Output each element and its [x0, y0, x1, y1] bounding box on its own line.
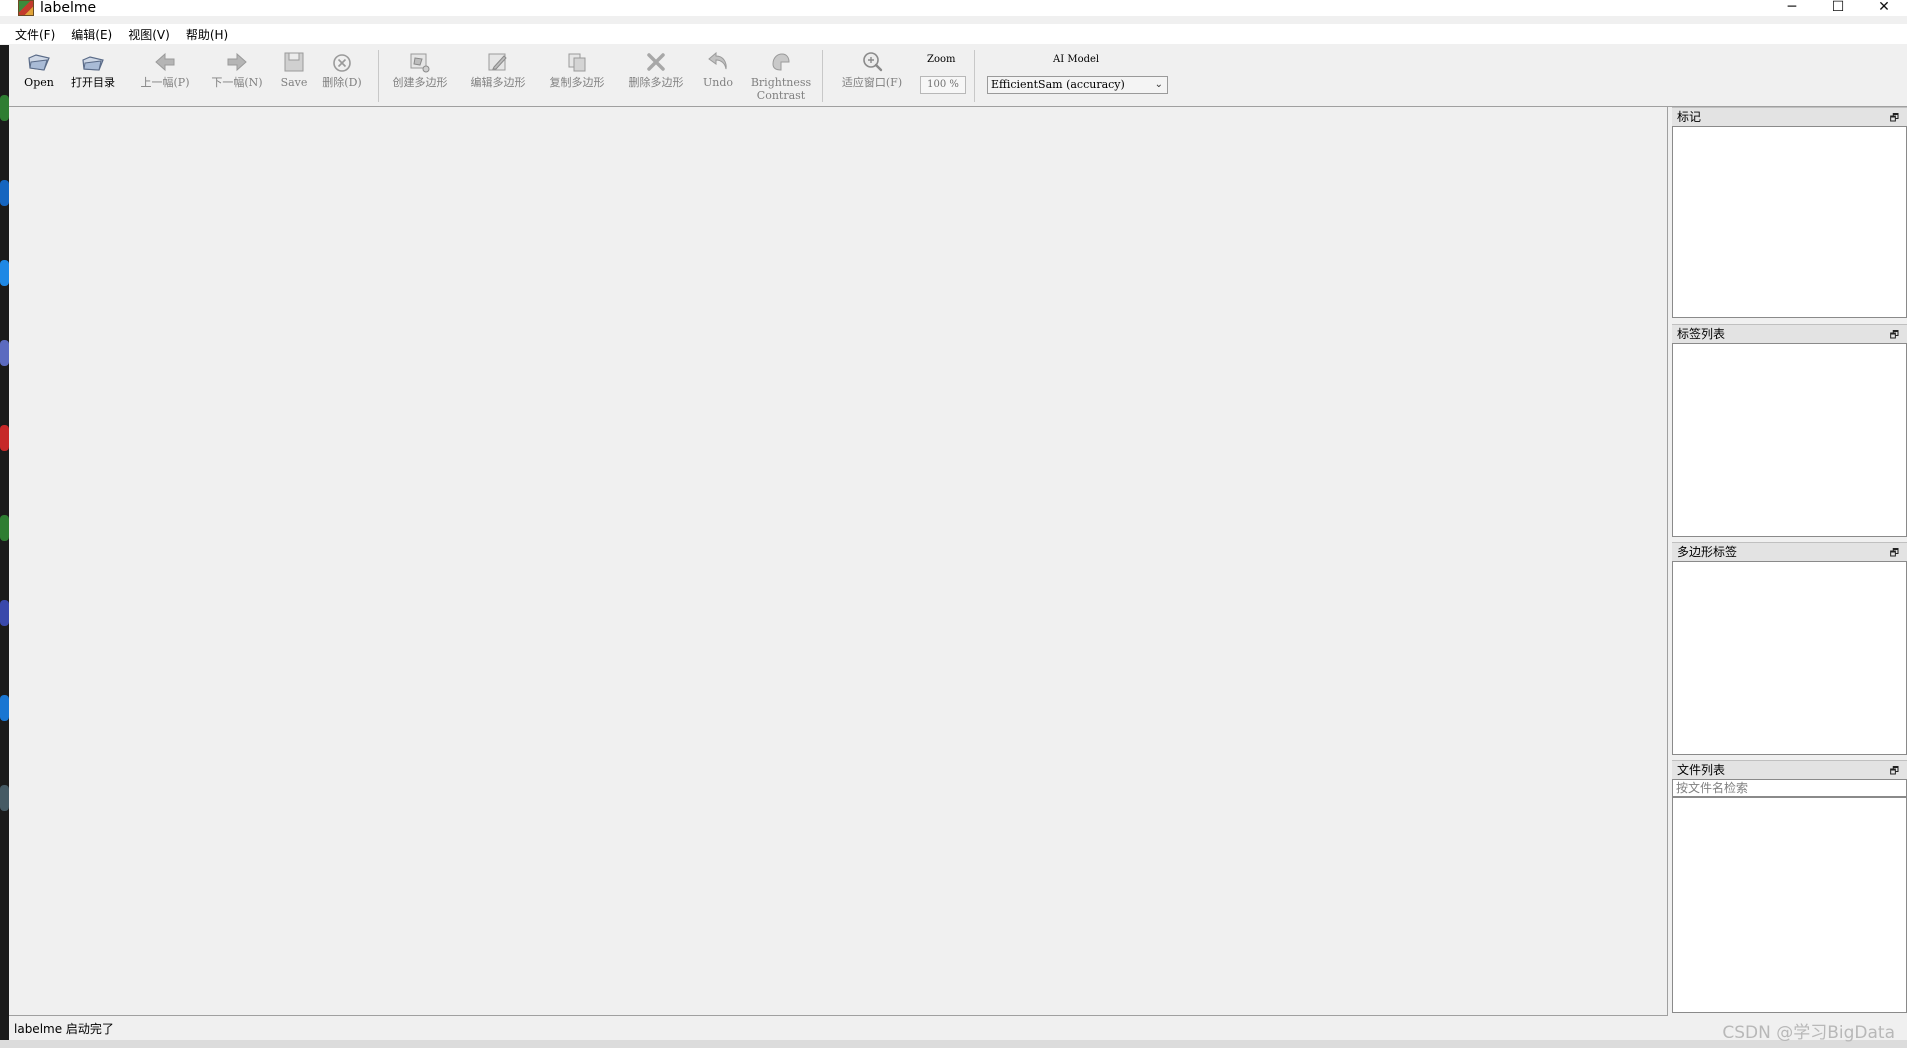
ai-model-select[interactable]: EfficientSam (accuracy) ⌄: [987, 76, 1168, 94]
close-button[interactable]: ✕: [1861, 0, 1907, 16]
ai-model-selected-value: EfficientSam (accuracy): [991, 78, 1125, 91]
menu-file[interactable]: 文件(F): [15, 26, 55, 43]
open-button-label: Open: [24, 76, 54, 89]
arrow-right-icon: [227, 52, 247, 72]
labelme-app-icon: [18, 0, 34, 16]
zoom-spinbox[interactable]: 100 %: [920, 76, 966, 94]
desktop-app-icon: [0, 340, 9, 366]
fit-window-label: 适应窗口(F): [841, 76, 903, 89]
arrow-left-icon: [155, 52, 175, 72]
prev-image-button[interactable]: 上一幅(P): [133, 48, 197, 104]
flags-list[interactable]: [1672, 126, 1907, 318]
undo-label: Undo: [702, 76, 734, 89]
menu-edit[interactable]: 编辑(E): [71, 26, 112, 43]
label-list-dock: 标签列表 🗗: [1672, 324, 1907, 537]
folder-open-icon: [28, 54, 50, 71]
zoom-label: Zoom: [927, 54, 956, 65]
toolbar-separator: [822, 50, 823, 102]
undock-icon[interactable]: 🗗: [1890, 545, 1899, 563]
open-dir-button-label: 打开目录: [71, 76, 115, 89]
save-button-label: Save: [280, 76, 308, 89]
undo-icon: [708, 51, 727, 70]
undock-icon[interactable]: 🗗: [1890, 327, 1899, 345]
copy-polygon-button[interactable]: 复制多边形: [544, 48, 610, 104]
label-list-dock-title: 标签列表 🗗: [1672, 324, 1907, 343]
edit-polygon-icon: [488, 53, 507, 71]
status-message: labelme 启动完了: [14, 1022, 114, 1036]
toolbar-separator: [378, 50, 379, 102]
delete-file-button[interactable]: 删除(D): [319, 48, 365, 104]
label-list[interactable]: [1672, 343, 1907, 537]
create-polygon-button[interactable]: 创建多边形: [387, 48, 453, 104]
copy-polygon-label: 复制多边形: [549, 76, 605, 89]
desktop-app-icon: [0, 515, 9, 541]
delete-polygon-label: 删除多边形: [628, 76, 684, 89]
file-list[interactable]: [1672, 797, 1907, 1013]
desktop-app-icon: [0, 95, 9, 121]
fit-window-button[interactable]: 适应窗口(F): [834, 48, 910, 104]
desktop-app-icon: [0, 260, 9, 286]
minimize-button[interactable]: ─: [1769, 0, 1815, 16]
undock-icon[interactable]: 🗗: [1890, 763, 1899, 781]
save-button[interactable]: Save: [277, 48, 311, 104]
desktop-app-icon: [0, 785, 9, 811]
flags-dock-title: 标记 🗗: [1672, 107, 1907, 126]
labelme-window: labelme ─ ☐ ✕ 文件(F) 编辑(E) 视图(V) 帮助(H) Op…: [0, 0, 1907, 1048]
brightness-label-line1: Brightness: [750, 76, 812, 89]
chevron-down-icon: ⌄: [1154, 79, 1163, 90]
desktop-app-icon: [0, 425, 9, 451]
folder-icon: [82, 56, 104, 71]
toolbar-separator: [974, 50, 975, 102]
next-image-label: 下一幅(N): [211, 76, 263, 89]
desktop-app-icon: [0, 180, 9, 206]
desktop-app-icon: [0, 695, 9, 721]
create-polygon-label: 创建多边形: [392, 76, 448, 89]
window-controls: ─ ☐ ✕: [1769, 0, 1907, 16]
prev-image-label: 上一幅(P): [140, 76, 190, 89]
status-bar: labelme 启动完了: [9, 1020, 1907, 1038]
open-dir-button[interactable]: 打开目录: [65, 48, 121, 104]
undo-button[interactable]: Undo: [701, 48, 735, 104]
menu-view[interactable]: 视图(V): [128, 26, 170, 43]
flags-dock: 标记 🗗: [1672, 107, 1907, 318]
edit-polygon-label: 编辑多边形: [470, 76, 526, 89]
file-list-dock-title: 文件列表 🗗: [1672, 760, 1907, 779]
polygon-labels-dock-title-text: 多边形标签: [1677, 545, 1738, 559]
ai-model-label: AI Model: [1053, 54, 1100, 65]
open-button[interactable]: Open: [19, 48, 59, 104]
file-search-input[interactable]: [1672, 779, 1907, 797]
toolbar: Open 打开目录 上一幅(P) 下一幅(N) Save 删除(D) 创建多边形…: [9, 46, 1907, 107]
label-list-dock-title-text: 标签列表: [1677, 327, 1726, 341]
taskbar-strip: [0, 1040, 1907, 1048]
delete-x-icon: [647, 53, 665, 71]
desktop-app-icon: [0, 600, 9, 626]
flags-dock-title-text: 标记: [1677, 110, 1702, 124]
delete-circle-icon: [333, 54, 351, 72]
maximize-button[interactable]: ☐: [1815, 0, 1861, 16]
brightness-label-line2: Contrast: [756, 89, 806, 102]
file-list-dock-title-text: 文件列表: [1677, 763, 1726, 777]
edit-polygon-button[interactable]: 编辑多边形: [465, 48, 531, 104]
polygon-labels-list[interactable]: [1672, 561, 1907, 755]
polygon-labels-dock-title: 多边形标签 🗗: [1672, 542, 1907, 561]
menu-bar: 文件(F) 编辑(E) 视图(V) 帮助(H): [0, 24, 1907, 44]
desktop-edge-strip: [0, 45, 9, 1048]
zoom-fit-icon: [863, 52, 883, 72]
undock-icon[interactable]: 🗗: [1890, 110, 1899, 128]
delete-polygon-button[interactable]: 删除多边形: [623, 48, 689, 104]
copy-icon: [568, 53, 586, 72]
polygon-labels-dock: 多边形标签 🗗: [1672, 542, 1907, 755]
delete-file-label: 删除(D): [322, 76, 362, 89]
menu-help[interactable]: 帮助(H): [186, 26, 228, 43]
watermark: CSDN @学习BigData: [1722, 1023, 1895, 1043]
file-list-dock: 文件列表 🗗: [1672, 760, 1907, 1013]
title-bar: labelme ─ ☐ ✕: [0, 0, 1907, 16]
image-canvas[interactable]: [9, 107, 1668, 1016]
create-polygon-icon: [410, 53, 430, 73]
window-title: labelme: [40, 0, 97, 16]
brightness-contrast-icon: [772, 53, 790, 71]
save-icon: [284, 52, 304, 72]
brightness-contrast-button[interactable]: Brightness Contrast: [745, 48, 817, 104]
next-image-button[interactable]: 下一幅(N): [205, 48, 269, 104]
